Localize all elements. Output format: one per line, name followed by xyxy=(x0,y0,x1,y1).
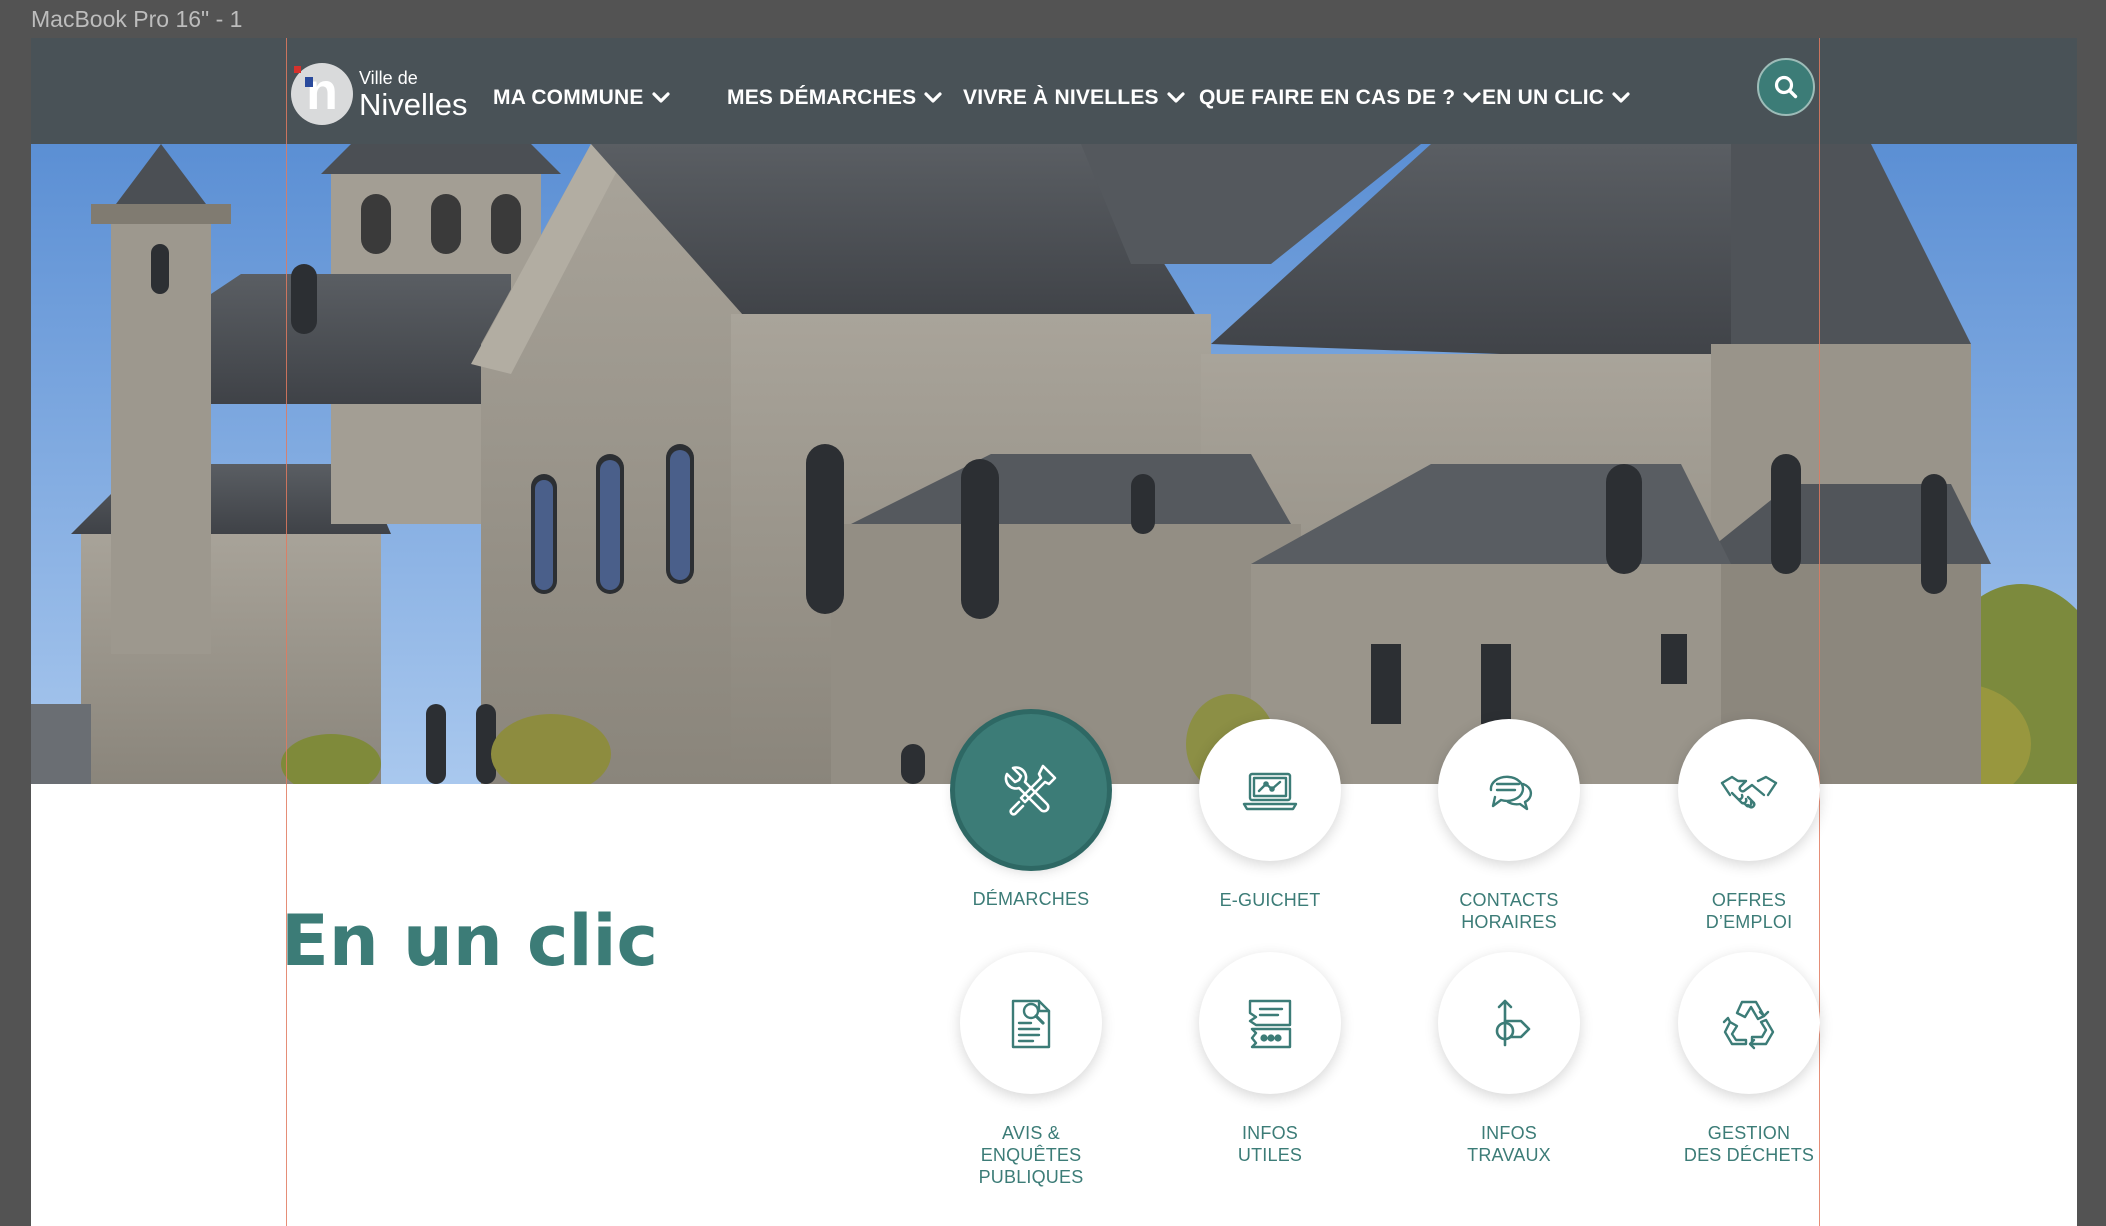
chevron-down-icon xyxy=(1167,92,1185,103)
chevron-down-icon xyxy=(1463,92,1481,103)
tile-label-line: INFOS xyxy=(1241,1123,1298,1143)
tile-label-line: E-GUICHET xyxy=(1219,890,1321,910)
nav-label: MES DÉMARCHES xyxy=(727,86,917,109)
chevron-down-icon xyxy=(1612,92,1630,103)
laptop-icon xyxy=(1242,772,1298,811)
tools-icon xyxy=(1004,764,1057,816)
nav-label: MA COMMUNE xyxy=(493,86,644,109)
chevron-down-icon xyxy=(924,92,942,103)
tile-circle xyxy=(1438,952,1580,1094)
tile-circle xyxy=(1438,719,1580,861)
nav-label: QUE FAIRE EN CAS DE ? xyxy=(1199,86,1456,109)
ticket-icon xyxy=(1248,999,1292,1049)
tile-demarches[interactable]: DÉMARCHES xyxy=(911,714,1151,910)
chevron-down-icon xyxy=(651,92,670,103)
tile-circle xyxy=(1678,719,1820,861)
tile-label: GESTION DES DÉCHETS xyxy=(1629,1122,1869,1166)
tile-infos-travaux[interactable]: INFOS TRAVAUX xyxy=(1389,952,1629,1166)
tile-offres-emploi[interactable]: OFFRES D’EMPLOI xyxy=(1629,719,1869,933)
logo-letter: n xyxy=(306,63,338,121)
tile-e-guichet[interactable]: E-GUICHET xyxy=(1150,719,1390,911)
logo-text: Ville de Nivelles xyxy=(359,69,468,120)
tile-circle xyxy=(1199,719,1341,861)
section-title: En un clic xyxy=(281,900,659,982)
tile-infos-utiles[interactable]: INFOS UTILES xyxy=(1150,952,1390,1166)
nav-ma-commune[interactable]: MA COMMUNE xyxy=(493,86,670,110)
artboard: n Ville de Nivelles MA COMMUNE MES DÉMAR… xyxy=(31,38,2077,1226)
tile-circle xyxy=(960,952,1102,1094)
tile-label-line: HORAIRES xyxy=(1461,912,1557,932)
nav-label: VIVRE À NIVELLES xyxy=(963,86,1159,109)
tile-label: INFOS TRAVAUX xyxy=(1389,1122,1629,1166)
nav-que-faire[interactable]: QUE FAIRE EN CAS DE ? xyxy=(1199,86,1481,110)
road-sign-icon xyxy=(1495,999,1531,1047)
tile-circle xyxy=(1199,952,1341,1094)
nav-mes-demarches[interactable]: MES DÉMARCHES xyxy=(727,86,942,110)
search-icon xyxy=(1774,75,1798,99)
tile-label-line: D’EMPLOI xyxy=(1705,912,1793,932)
tile-label-line: TRAVAUX xyxy=(1467,1145,1551,1165)
tile-avis-enquetes[interactable]: AVIS & ENQUÊTES PUBLIQUES xyxy=(911,952,1151,1188)
handshake-icon xyxy=(1720,775,1778,809)
logo-flag-blue xyxy=(305,77,313,87)
logo-line1: Ville de xyxy=(359,67,418,88)
tile-label: DÉMARCHES xyxy=(911,888,1151,910)
search-button[interactable] xyxy=(1757,58,1815,116)
tile-label: OFFRES D’EMPLOI xyxy=(1629,889,1869,933)
tile-gestion-dechets[interactable]: GESTION DES DÉCHETS xyxy=(1629,952,1869,1166)
layout-guide-left xyxy=(286,38,287,1226)
nav-vivre-a-nivelles[interactable]: VIVRE À NIVELLES xyxy=(963,86,1185,110)
tile-contacts-horaires[interactable]: CONTACTS HORAIRES xyxy=(1389,719,1629,933)
tile-label-line: CONTACTS xyxy=(1459,890,1559,910)
site-logo[interactable]: n Ville de Nivelles xyxy=(291,62,468,126)
tile-label: CONTACTS HORAIRES xyxy=(1389,889,1629,933)
document-search-icon xyxy=(1011,999,1051,1049)
nav-label: EN UN CLIC xyxy=(1482,86,1605,109)
nav-en-un-clic[interactable]: EN UN CLIC xyxy=(1482,86,1630,110)
tile-circle xyxy=(1678,952,1820,1094)
tile-label-line: AVIS & xyxy=(1002,1123,1060,1143)
tile-label-line: INFOS xyxy=(1480,1123,1537,1143)
site-header: n Ville de Nivelles MA COMMUNE MES DÉMAR… xyxy=(31,38,2077,144)
tile-label-line: GESTION xyxy=(1707,1123,1791,1143)
chat-icon xyxy=(1489,775,1533,811)
tile-label: INFOS UTILES xyxy=(1150,1122,1390,1166)
artboard-label: MacBook Pro 16" - 1 xyxy=(31,6,243,32)
tile-label-line: UTILES xyxy=(1237,1145,1303,1165)
tile-circle xyxy=(955,714,1107,866)
tile-label-line: OFFRES xyxy=(1711,890,1787,910)
tile-label-line: PUBLIQUES xyxy=(978,1167,1084,1187)
logo-flag-red xyxy=(294,66,301,73)
tile-label-line: DES DÉCHETS xyxy=(1683,1145,1815,1165)
tile-label: AVIS & ENQUÊTES PUBLIQUES xyxy=(911,1122,1151,1188)
logo-line2: Nivelles xyxy=(359,86,468,122)
tile-label-line: DÉMARCHES xyxy=(972,889,1090,909)
recycle-icon xyxy=(1722,1000,1775,1050)
logo-mark: n xyxy=(291,63,353,125)
tile-label: E-GUICHET xyxy=(1150,889,1390,911)
hero-image xyxy=(31,144,2077,784)
tile-label-line: ENQUÊTES xyxy=(980,1145,1082,1165)
